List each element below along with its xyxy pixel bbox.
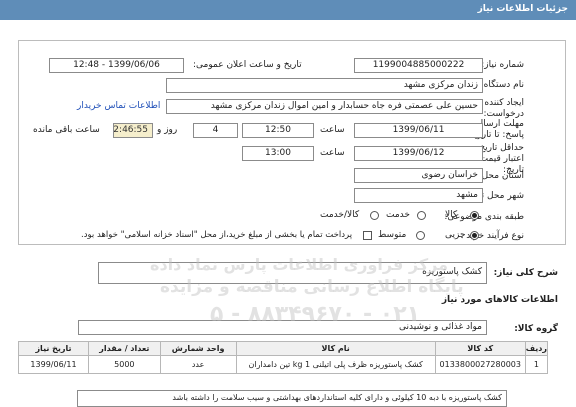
col-code: کد کالا [434,341,526,356]
col-row: ردیف [524,341,549,356]
deadline-time-field[interactable]: 12:50 [242,123,314,138]
treasury-bonds-checkbox[interactable] [363,231,372,240]
col-name: نام کالا [235,341,436,356]
need-number-label: شماره نیاز: [481,60,524,70]
buyer-field[interactable]: زندان مرکزی مشهد [166,78,483,93]
page-title: جزئیات اطلاعات نیاز [477,4,568,14]
table-row[interactable]: 1 0133800027280003 کشک پاستوریزه ظرف پلی… [18,355,549,374]
deadline-time-label: ساعت [320,125,345,135]
category-radio-goods[interactable] [470,211,479,220]
goods-group-label: گروه کالا: [514,324,558,334]
remaining-time-label: ساعت باقی مانده [33,125,100,135]
process-radio-medium[interactable] [416,231,425,240]
category-option-goods-service: کالا/خدمت [320,210,360,220]
cell-code: 0133800027280003 [434,355,526,374]
days-field: 4 [193,123,238,138]
validity-time-field[interactable]: 13:00 [242,146,314,161]
city-field[interactable]: مشهد [354,188,483,203]
col-unit: واحد شمارش [159,341,237,356]
process-option-medium: متوسط [378,230,407,240]
category-option-goods: کالا [445,210,458,220]
process-radio-minor[interactable] [470,231,479,240]
buyer-contact-link[interactable]: اطلاعات تماس خریدار [77,101,160,111]
validity-date-field[interactable]: 1399/06/12 [354,146,483,161]
days-label: روز و [157,125,178,135]
goods-table-header: ردیف کد کالا نام کالا واحد شمارش تعداد /… [18,341,549,356]
cell-unit: عدد [159,355,237,374]
buyer-description: کشک پاستوریزه با دبه 10 کیلوئی و دارای ک… [77,390,507,407]
creator-field[interactable]: حسین علی عصمتی فره جاه حسابدار و امین ام… [166,99,483,114]
province-field[interactable]: خراسان رضوی [354,168,483,183]
validity-time-label: ساعت [320,148,345,158]
cell-index: 1 [524,355,549,374]
announce-date-field[interactable]: 1399/06/06 - 12:48 [49,58,184,73]
category-radio-goods-service[interactable] [370,211,379,220]
deadline-date-field[interactable]: 1399/06/11 [354,123,483,138]
category-radio-service[interactable] [417,211,426,220]
summary-field: کشک پاستوریزه [98,262,487,284]
goods-section-title: اطلاعات کالاهای مورد نیاز [441,295,558,305]
payment-note: پرداخت تمام یا بخشی از مبلغ خرید،از محل … [81,230,353,240]
category-option-service: خدمت [386,210,410,220]
page-header: جزئیات اطلاعات نیاز [0,0,576,20]
cell-qty: 5000 [87,355,161,374]
announce-date-label: تاریخ و ساعت اعلان عمومی: [193,60,302,70]
cell-name: کشک پاستوریزه ظرف پلی اتیلنی 1 kg تین دا… [235,355,436,374]
col-date: تاریخ نیاز [18,341,89,356]
goods-group-field: مواد غذائی و نوشیدنی [78,320,487,335]
summary-label: شرح کلی نیاز: [493,268,558,278]
remaining-time-field: 22:46:55 [113,123,153,138]
goods-table: ردیف کد کالا نام کالا واحد شمارش تعداد /… [18,341,549,374]
cell-date: 1399/06/11 [18,355,89,374]
col-qty: تعداد / مقدار [87,341,161,356]
need-number-field[interactable]: 1199004885000222 [354,58,483,73]
process-option-minor: جزیی [445,230,466,240]
